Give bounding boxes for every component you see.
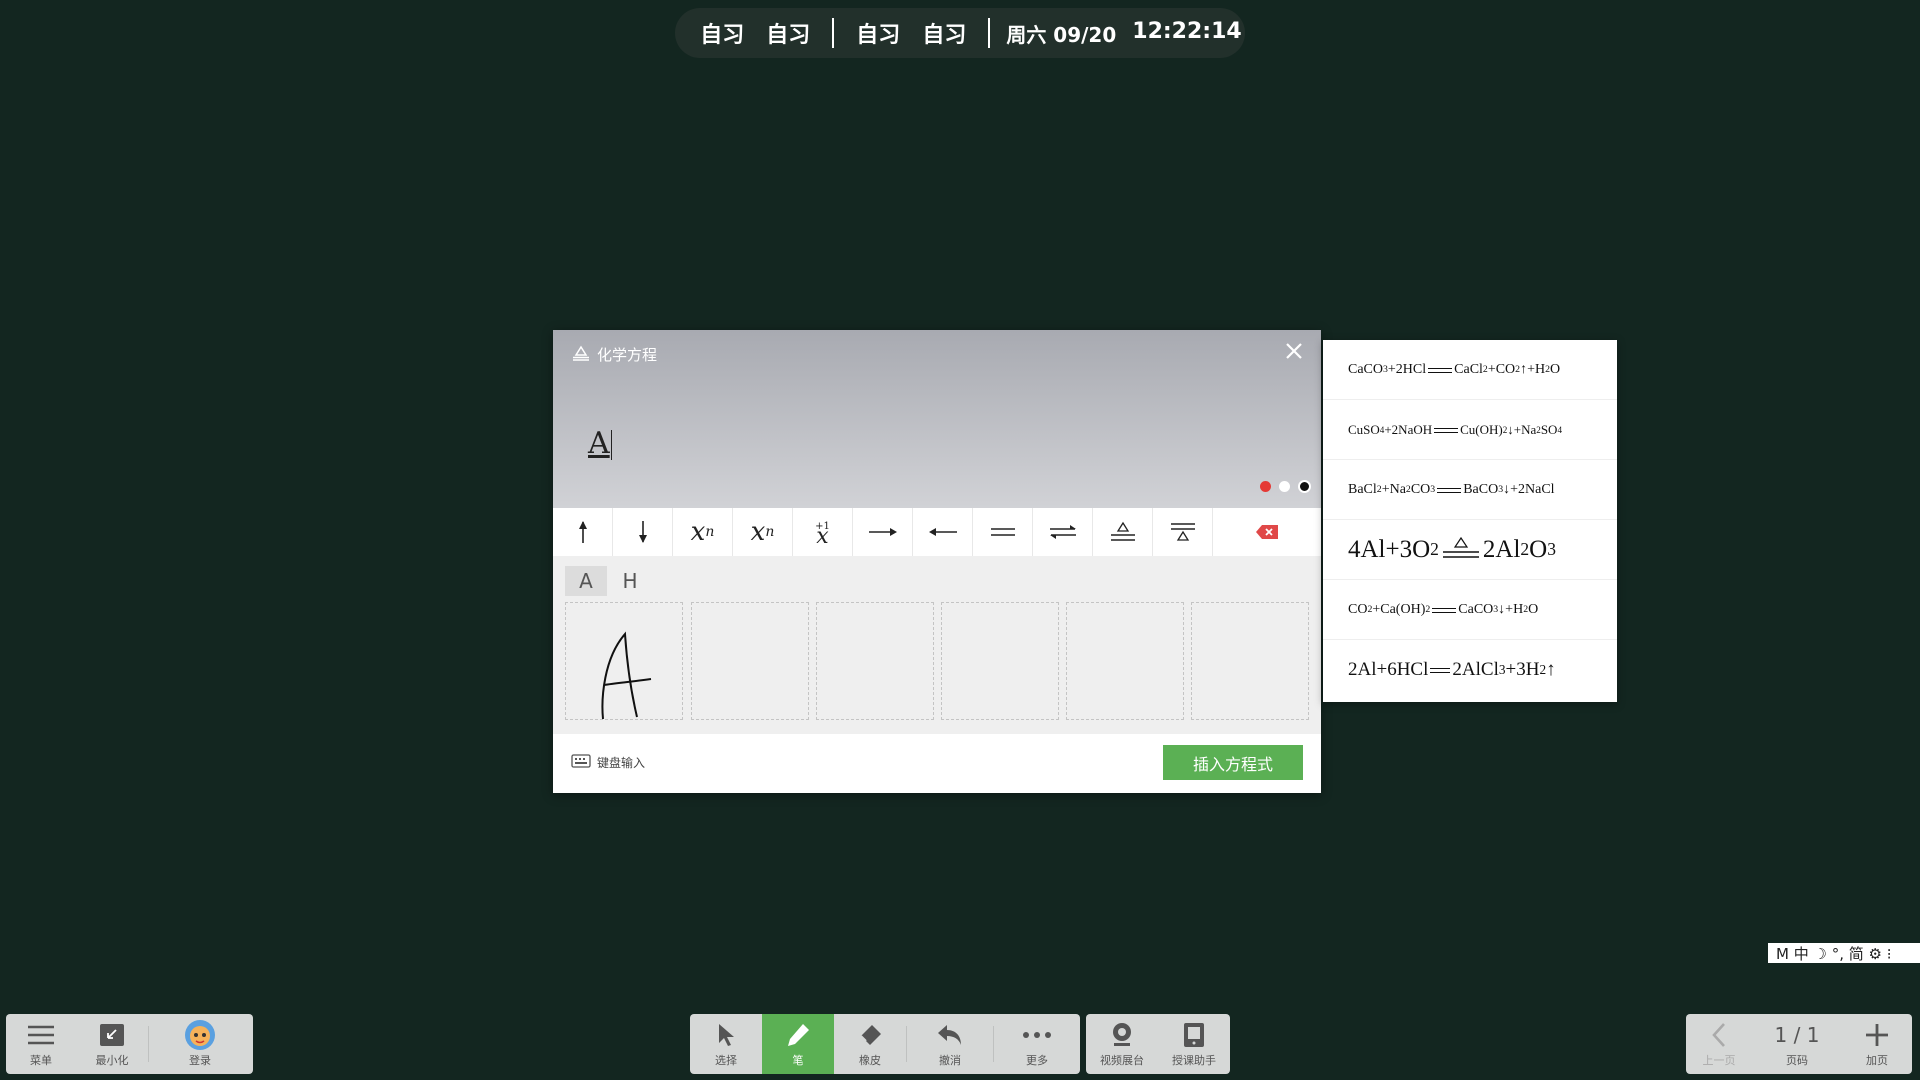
eraser-tool-button[interactable]: 橡皮 bbox=[834, 1014, 906, 1074]
handwriting-area: A H bbox=[553, 556, 1321, 734]
more-label: 更多 bbox=[1026, 1054, 1048, 1067]
handwriting-cell[interactable] bbox=[1191, 602, 1309, 720]
equals-button[interactable] bbox=[973, 508, 1033, 556]
undo-icon bbox=[936, 1020, 964, 1050]
condition-below-button[interactable] bbox=[1153, 508, 1213, 556]
superscript-button[interactable]: xn bbox=[673, 508, 733, 556]
preview-text: A bbox=[588, 426, 610, 461]
minimize-button[interactable]: 最小化 bbox=[76, 1014, 148, 1074]
handwriting-cell[interactable] bbox=[1066, 602, 1184, 720]
add-page-button[interactable]: 加页 bbox=[1842, 1014, 1912, 1074]
dialog-header: 化学方程 A bbox=[553, 330, 1321, 508]
more-icon bbox=[1022, 1020, 1052, 1050]
keyboard-icon bbox=[571, 754, 591, 771]
keyboard-input-button[interactable]: 键盘输入 bbox=[571, 754, 645, 771]
candidate-a[interactable]: A bbox=[565, 566, 607, 596]
plus-icon bbox=[1864, 1020, 1890, 1050]
page-number-value: 1 / 1 bbox=[1774, 1023, 1820, 1047]
previous-page-label: 上一页 bbox=[1702, 1054, 1736, 1067]
page-number-button[interactable]: 1 / 1 页码 bbox=[1752, 1014, 1842, 1074]
lesson-3: 自习 bbox=[856, 23, 901, 48]
lesson-1: 自习 bbox=[700, 23, 745, 48]
teaching-assistant-button[interactable]: 授课助手 bbox=[1158, 1014, 1230, 1074]
equation-item[interactable]: 4Al+3O 2 2Al 2 O 3 bbox=[1323, 520, 1617, 580]
pen-label: 笔 bbox=[792, 1054, 804, 1067]
heating-condition-button[interactable] bbox=[1093, 508, 1153, 556]
handwriting-cell[interactable] bbox=[565, 602, 683, 720]
menu-label: 菜单 bbox=[30, 1054, 52, 1067]
tools-toolbar: 视频展台 授课助手 bbox=[1086, 1014, 1230, 1074]
lesson-4: 自习 bbox=[922, 23, 967, 48]
page-dot[interactable] bbox=[1260, 481, 1271, 492]
close-icon[interactable] bbox=[1281, 340, 1307, 366]
equation-item[interactable]: BaCl 2 +Na 2 CO 3 BaCO 3 ↓+2NaCl bbox=[1323, 460, 1617, 520]
select-label: 选择 bbox=[715, 1054, 737, 1067]
cursor-icon bbox=[716, 1020, 736, 1050]
page-indicator bbox=[1260, 480, 1311, 493]
text-caret bbox=[610, 430, 612, 460]
pen-tool-button[interactable]: 笔 bbox=[762, 1014, 834, 1074]
up-arrow-button[interactable] bbox=[553, 508, 613, 556]
page-dot[interactable] bbox=[1279, 481, 1290, 492]
reversible-arrow-button[interactable] bbox=[1033, 508, 1093, 556]
triangle-over-bar-icon bbox=[571, 345, 591, 365]
class-schedule-bar: 自习 自习 自习 自习 周六 09/20 12:22:14 bbox=[675, 8, 1245, 58]
hamburger-icon bbox=[27, 1020, 55, 1050]
weekday-date: 周六 09/20 bbox=[1006, 22, 1117, 47]
equation-item[interactable]: 2Al+6HCl 2AlCl 3 +3H 2 ↑ bbox=[1323, 640, 1617, 700]
dialog-footer: 键盘输入 插入方程式 bbox=[553, 734, 1321, 793]
menu-button[interactable]: 菜单 bbox=[6, 1014, 76, 1074]
right-arrow-button[interactable] bbox=[853, 508, 913, 556]
minimize-icon bbox=[99, 1020, 125, 1050]
video-booth-label: 视频展台 bbox=[1100, 1054, 1144, 1067]
backspace-icon[interactable] bbox=[1213, 508, 1321, 556]
undo-label: 撤消 bbox=[939, 1054, 961, 1067]
keyboard-input-label: 键盘输入 bbox=[597, 756, 646, 770]
ime-status-text: M 中 ☽ °, 简 ⚙ ⁝ bbox=[1776, 944, 1892, 963]
drawing-toolbar: 选择 笔 橡皮 撤消 更多 bbox=[690, 1014, 1080, 1074]
symbol-toolbar: xn xn +1 x bbox=[553, 508, 1321, 557]
handwriting-cell[interactable] bbox=[941, 602, 1059, 720]
login-button[interactable]: 登录 bbox=[149, 1014, 251, 1074]
pen-icon bbox=[785, 1020, 811, 1050]
add-page-label: 加页 bbox=[1866, 1054, 1888, 1067]
left-arrow-button[interactable] bbox=[913, 508, 973, 556]
clock-time: 12:22:14 bbox=[1132, 18, 1242, 44]
handwriting-cell[interactable] bbox=[816, 602, 934, 720]
tablet-icon bbox=[1183, 1020, 1205, 1050]
dialog-title-text: 化学方程 bbox=[597, 346, 658, 364]
more-button[interactable]: 更多 bbox=[994, 1014, 1080, 1074]
equation-item[interactable]: CuSO 4 +2NaOH Cu(OH) 2 ↓+Na 2 SO 4 bbox=[1323, 400, 1617, 460]
eraser-label: 橡皮 bbox=[859, 1054, 881, 1067]
eraser-icon bbox=[857, 1020, 883, 1050]
page-dot-active[interactable] bbox=[1298, 480, 1311, 493]
insert-equation-button[interactable]: 插入方程式 bbox=[1163, 745, 1303, 780]
equation-preview[interactable]: A bbox=[588, 426, 612, 461]
chemical-equation-dialog: 化学方程 A xn xn +1 x A H 键盘输入 插入方程式 bbox=[553, 330, 1321, 793]
candidate-h[interactable]: H bbox=[609, 566, 651, 596]
valence-button[interactable]: +1 x bbox=[793, 508, 853, 556]
minimize-label: 最小化 bbox=[95, 1054, 129, 1067]
down-arrow-button[interactable] bbox=[613, 508, 673, 556]
dialog-title: 化学方程 bbox=[571, 344, 657, 365]
ime-status-bar[interactable]: M 中 ☽ °, 简 ⚙ ⁝ bbox=[1768, 943, 1920, 963]
page-toolbar: 上一页 1 / 1 页码 加页 bbox=[1686, 1014, 1912, 1074]
select-tool-button[interactable]: 选择 bbox=[690, 1014, 762, 1074]
webcam-icon bbox=[1110, 1020, 1134, 1050]
subscript-button[interactable]: xn bbox=[733, 508, 793, 556]
equation-item[interactable]: CO 2 +Ca(OH) 2 CaCO 3 ↓+H 2 O bbox=[1323, 580, 1617, 640]
video-booth-button[interactable]: 视频展台 bbox=[1086, 1014, 1158, 1074]
handwriting-cell[interactable] bbox=[691, 602, 809, 720]
equation-item[interactable]: CaCO 3 +2HCl CaCl 2 +CO 2 ↑+H 2 O bbox=[1323, 340, 1617, 400]
avatar-icon bbox=[184, 1020, 216, 1050]
lesson-2: 自习 bbox=[766, 23, 811, 48]
previous-page-button[interactable]: 上一页 bbox=[1686, 1014, 1752, 1074]
teaching-assistant-label: 授课助手 bbox=[1172, 1054, 1216, 1067]
equation-suggestion-list: CaCO 3 +2HCl CaCl 2 +CO 2 ↑+H 2 O CuSO 4 +2NaOH Cu(O… bbox=[1323, 340, 1617, 702]
login-label: 登录 bbox=[189, 1054, 211, 1067]
page-number-label: 页码 bbox=[1786, 1054, 1808, 1067]
chevron-left-icon bbox=[1711, 1020, 1727, 1050]
undo-button[interactable]: 撤消 bbox=[907, 1014, 993, 1074]
left-toolbar: 菜单 最小化 登录 bbox=[6, 1014, 253, 1074]
